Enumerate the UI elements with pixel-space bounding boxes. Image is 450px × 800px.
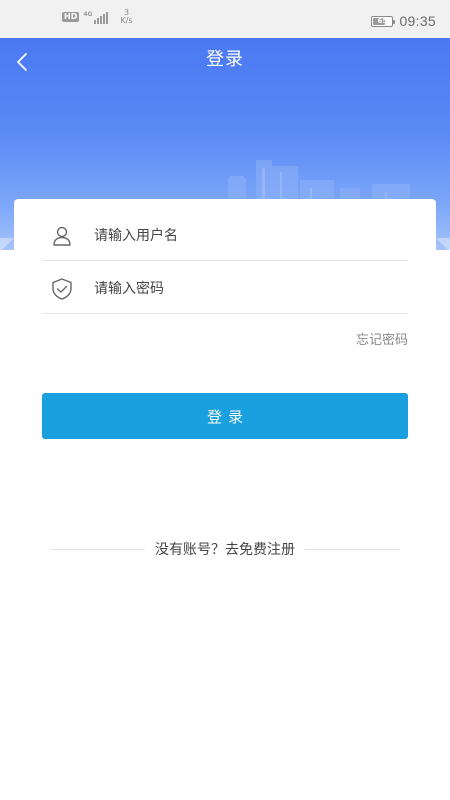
status-bar: HD 4G 3 K/s 65 09:35 [0,0,450,38]
page-title: 登录 [206,49,244,70]
login-form-card: 忘记密码 [14,199,436,374]
password-input[interactable] [94,273,408,304]
register-text: 没有账号？去免费注册 [145,539,305,559]
shield-check-icon [50,277,74,301]
network-type-label: 4G [83,11,93,18]
status-right-group: 65 09:35 [371,13,436,29]
user-icon [50,224,74,248]
signal-icon [94,12,109,24]
register-link[interactable]: 去免费注册 [225,542,295,558]
register-prompt: 没有账号？ [155,542,225,558]
status-time: 09:35 [399,13,436,29]
hd-badge: HD [62,12,80,22]
login-button[interactable]: 登录 [42,393,408,439]
network-speed-unit: K/s [120,16,133,25]
divider-line-right [305,548,400,550]
password-field[interactable] [42,264,408,314]
network-speed: 3 K/s [120,9,132,25]
status-left-group: HD 4G 3 K/s [62,9,133,25]
battery-icon: 65 [371,15,396,27]
username-field[interactable] [42,211,408,261]
divider-line-left [50,548,145,550]
username-input[interactable] [94,220,408,251]
register-row: 没有账号？去免费注册 [50,537,400,561]
battery-level: 65 [377,16,388,25]
forgot-password-link[interactable]: 忘记密码 [356,329,408,348]
